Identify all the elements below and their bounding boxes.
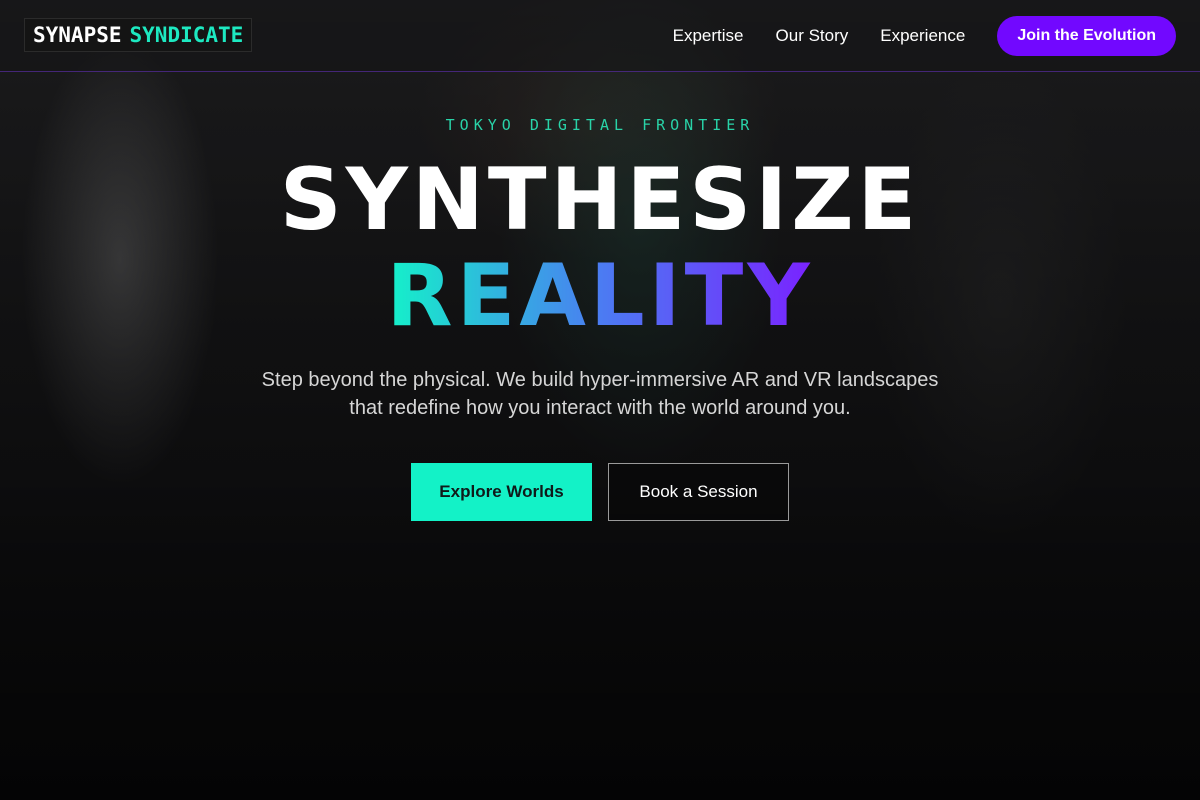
book-a-session-button[interactable]: Book a Session bbox=[608, 463, 789, 521]
hero-eyebrow: TOKYO DIGITAL FRONTIER bbox=[445, 116, 755, 134]
hero-actions: Explore Worlds Book a Session bbox=[0, 463, 1200, 521]
hero-title-line2: REALITY bbox=[0, 246, 1200, 346]
hero-subtitle: Step beyond the physical. We build hyper… bbox=[261, 369, 939, 419]
nav-link-expertise[interactable]: Expertise bbox=[673, 26, 744, 46]
nav-link-experience[interactable]: Experience bbox=[880, 26, 965, 46]
join-the-evolution-button[interactable]: Join the Evolution bbox=[997, 16, 1176, 56]
nav-link-our-story[interactable]: Our Story bbox=[776, 26, 849, 46]
logo-word-synapse: SYNAPSE bbox=[33, 23, 122, 47]
main-nav: Expertise Our Story Experience Join the … bbox=[673, 16, 1176, 56]
hero-title-gradient-text: REALITY bbox=[386, 246, 814, 346]
hero-title-line1: SYNTHESIZE bbox=[279, 150, 921, 250]
site-header: SYNAPSE SYNDICATE Expertise Our Story Ex… bbox=[0, 0, 1200, 72]
page: SYNAPSE SYNDICATE Expertise Our Story Ex… bbox=[0, 0, 1200, 800]
logo[interactable]: SYNAPSE SYNDICATE bbox=[24, 18, 253, 52]
explore-worlds-button[interactable]: Explore Worlds bbox=[411, 463, 592, 521]
logo-word-syndicate: SYNDICATE bbox=[129, 23, 244, 47]
